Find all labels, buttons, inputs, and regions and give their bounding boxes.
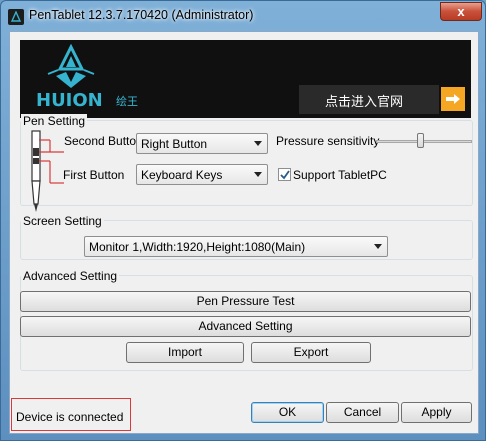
huion-logo-cn: 绘王 [116, 96, 138, 108]
first-button-label: First Button [63, 168, 125, 182]
monitor-value: Monitor 1,Width:1920,Height:1080(Main) [89, 240, 306, 254]
pen-tablet-app-icon [8, 9, 24, 25]
monitor-dropdown[interactable]: Monitor 1,Width:1920,Height:1080(Main) [84, 236, 388, 257]
first-button-value: Keyboard Keys [141, 168, 223, 182]
title-bar[interactable]: PenTablet 12.3.7.170420 (Administrator) … [1, 1, 486, 31]
huion-logo-text: HUION [36, 90, 103, 111]
chevron-down-icon [254, 172, 262, 177]
second-button-label: Second Button [64, 134, 143, 148]
advanced-setting-title: Advanced Setting [21, 269, 120, 283]
cancel-button[interactable]: Cancel [326, 402, 399, 423]
close-button[interactable]: x [440, 2, 482, 21]
apply-button[interactable]: Apply [401, 402, 472, 423]
support-tabletpc-label: Support TabletPC [293, 168, 387, 182]
first-button-dropdown[interactable]: Keyboard Keys [136, 164, 268, 185]
app-window: PenTablet 12.3.7.170420 (Administrator) … [0, 0, 486, 441]
advanced-setting-button[interactable]: Advanced Setting [20, 316, 471, 337]
support-tabletpc-checkbox[interactable] [278, 168, 291, 181]
pen-illustration-icon [31, 130, 64, 212]
checkmark-icon [280, 170, 290, 180]
huion-banner: HUION 绘王 点击进入官网 [20, 40, 471, 118]
official-website-link[interactable]: 点击进入官网 [299, 85, 439, 114]
pressure-slider-thumb[interactable] [416, 133, 424, 148]
ok-button[interactable]: OK [251, 402, 324, 423]
device-status-text: Device is connected [16, 410, 124, 424]
client-area: HUION 绘王 点击进入官网 Pen Setting Second Butto… [9, 31, 479, 434]
screen-setting-title: Screen Setting [21, 214, 104, 228]
pen-setting-title: Pen Setting [21, 114, 88, 128]
pen-pressure-test-button[interactable]: Pen Pressure Test [20, 291, 471, 312]
pressure-sensitivity-label: Pressure sensitivity [276, 134, 380, 148]
arrow-right-icon[interactable] [441, 87, 465, 111]
device-status-box: Device is connected [11, 398, 131, 431]
huion-logo-icon [47, 44, 95, 88]
chevron-down-icon [374, 244, 382, 249]
export-button[interactable]: Export [251, 342, 371, 363]
official-website-label: 点击进入官网 [324, 94, 403, 109]
import-button[interactable]: Import [126, 342, 244, 363]
chevron-down-icon [254, 141, 262, 146]
second-button-value: Right Button [141, 137, 208, 151]
window-title: PenTablet 12.3.7.170420 (Administrator) [29, 8, 254, 22]
pressure-sensitivity-slider[interactable] [376, 140, 472, 143]
second-button-dropdown[interactable]: Right Button [136, 133, 268, 154]
